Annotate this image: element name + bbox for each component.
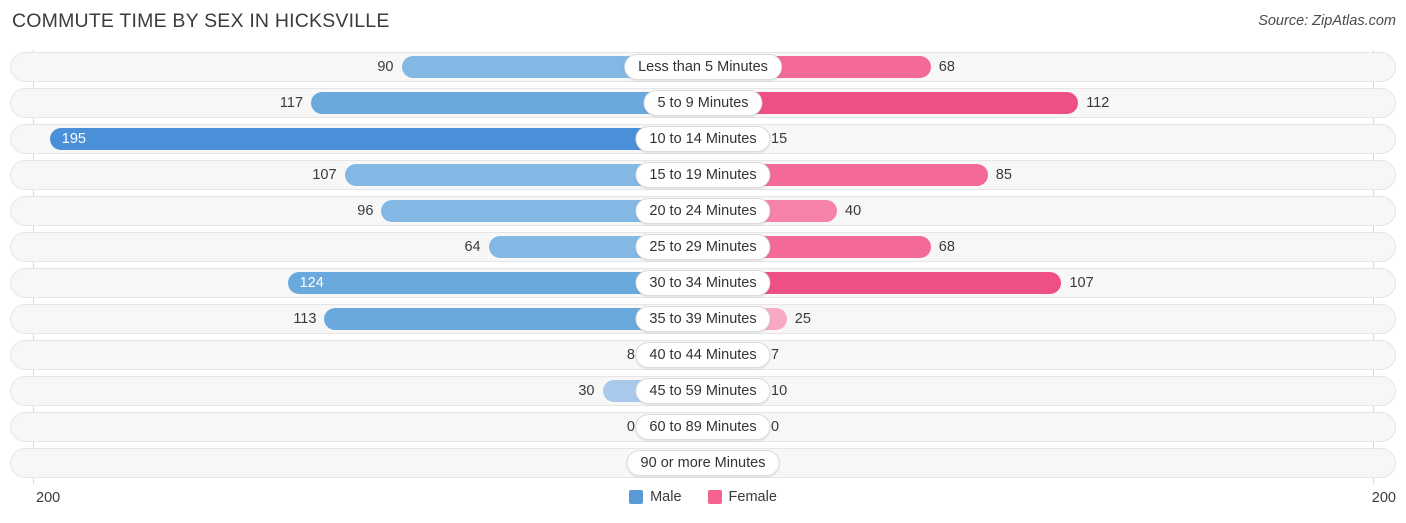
category-label[interactable]: 30 to 34 Minutes [635, 270, 771, 296]
value-label-male: 64 [464, 239, 481, 255]
legend-item-male[interactable]: Male [629, 489, 682, 505]
chart-row: 0090 or more Minutes [10, 448, 1396, 478]
value-label-female: 7 [771, 347, 780, 363]
value-label-male: 107 [312, 167, 337, 183]
chart-row: 107 85 15 to 19 Minutes [10, 160, 1396, 190]
category-label[interactable]: 60 to 89 Minutes [635, 414, 771, 440]
category-label[interactable]: 15 to 19 Minutes [635, 162, 771, 188]
legend-swatch-icon [629, 490, 644, 504]
plot-area: 90 68 Less than 5 Minutes 117 112 5 to 9 Minu… [0, 50, 1406, 484]
category-label[interactable]: 35 to 39 Minutes [635, 306, 771, 332]
value-label-female: 25 [794, 311, 811, 327]
value-label-male: 30 [578, 383, 595, 399]
chart-row: 113 25 35 to 39 Minutes [10, 304, 1396, 334]
category-label[interactable]: 40 to 44 Minutes [635, 342, 771, 368]
value-label-male: 113 [293, 311, 317, 327]
value-label-male: 0 [626, 419, 635, 435]
category-label[interactable]: 90 or more Minutes [626, 450, 780, 476]
value-label-male: 195 [61, 131, 86, 147]
value-label-male: 117 [279, 95, 304, 111]
value-label-male: 8 [626, 347, 635, 363]
value-label-female: 0 [771, 419, 780, 435]
category-label[interactable]: 45 to 59 Minutes [635, 378, 771, 404]
value-label-female: 85 [995, 167, 1012, 183]
chart-row: 30 10 45 to 59 Minutes [10, 376, 1396, 406]
value-label-female: 40 [845, 203, 862, 219]
category-label[interactable]: 25 to 29 Minutes [635, 234, 771, 260]
legend-item-female[interactable]: Female [707, 489, 777, 505]
chart-row: 0 0 60 to 89 Minutes [10, 412, 1396, 442]
value-label-male: 90 [377, 59, 394, 75]
category-label[interactable]: 20 to 24 Minutes [635, 198, 771, 224]
page-title: COMMUTE TIME BY SEX IN HICKSVILLE [12, 10, 390, 32]
legend-label: Male [650, 489, 682, 505]
category-label[interactable]: Less than 5 Minutes [624, 54, 782, 80]
legend-swatch-icon [707, 490, 722, 504]
chart-row: 96 40 20 to 24 Minutes [10, 196, 1396, 226]
chart-row: 90 68 Less than 5 Minutes [10, 52, 1396, 82]
chart-row: 117 112 5 to 9 Minutes [10, 88, 1396, 118]
value-label-female: 10 [771, 383, 788, 399]
value-label-female: 68 [938, 239, 955, 255]
value-label-female: 107 [1069, 275, 1094, 291]
bar-male[interactable] [49, 128, 703, 150]
category-label[interactable]: 5 to 9 Minutes [643, 90, 763, 116]
chart-root: COMMUTE TIME BY SEX IN HICKSVILLE Source… [0, 0, 1406, 523]
value-label-female: 112 [1086, 95, 1110, 111]
chart-row: 124 107 30 to 34 Minutes [10, 268, 1396, 298]
source-attribution: Source: ZipAtlas.com [1258, 13, 1396, 29]
value-label-male: 124 [299, 275, 324, 291]
value-label-female: 15 [771, 131, 788, 147]
value-label-female: 68 [938, 59, 955, 75]
chart-row: 195 15 10 to 14 Minutes [10, 124, 1396, 154]
category-label[interactable]: 10 to 14 Minutes [635, 126, 771, 152]
legend-label: Female [728, 489, 777, 505]
value-label-male: 96 [357, 203, 374, 219]
chart-row: 8 7 40 to 44 Minutes [10, 340, 1396, 370]
legend: Male Female [0, 489, 1406, 505]
chart-row: 64 68 25 to 29 Minutes [10, 232, 1396, 262]
